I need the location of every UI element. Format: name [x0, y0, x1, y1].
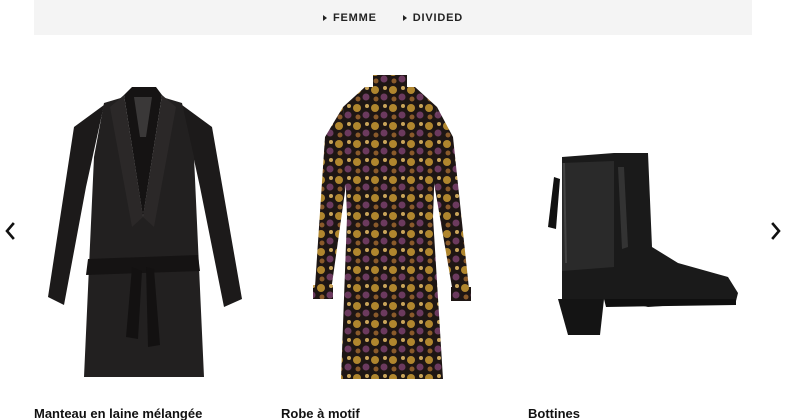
product-name[interactable]: Robe à motif [281, 406, 360, 420]
category-nav-bar: FEMME DIVIDED [34, 0, 752, 35]
product-name[interactable]: Bottines [528, 406, 580, 420]
product-image-boots[interactable] [528, 67, 746, 387]
carousel-prev-button[interactable] [0, 221, 20, 241]
caret-right-icon [323, 14, 328, 21]
nav-link-label: DIVIDED [412, 11, 463, 24]
product-carousel: Manteau en laine mélangée Robe à motif B… [0, 35, 800, 420]
carousel-next-button[interactable] [766, 221, 786, 241]
product-name[interactable]: Manteau en laine mélangée [34, 406, 202, 420]
product-card-coat[interactable]: Manteau en laine mélangée [34, 35, 252, 420]
nav-link-femme[interactable]: FEMME [323, 12, 377, 24]
product-card-dress[interactable]: Robe à motif [281, 35, 499, 420]
product-image-dress[interactable] [281, 67, 499, 387]
caret-right-icon [402, 14, 407, 21]
nav-link-divided[interactable]: DIVIDED [402, 11, 463, 24]
product-card-boots[interactable]: Bottines [528, 35, 746, 420]
chevron-right-icon [771, 222, 781, 240]
chevron-left-icon [5, 222, 15, 240]
product-image-coat[interactable] [34, 67, 252, 387]
nav-link-label: FEMME [333, 11, 377, 24]
